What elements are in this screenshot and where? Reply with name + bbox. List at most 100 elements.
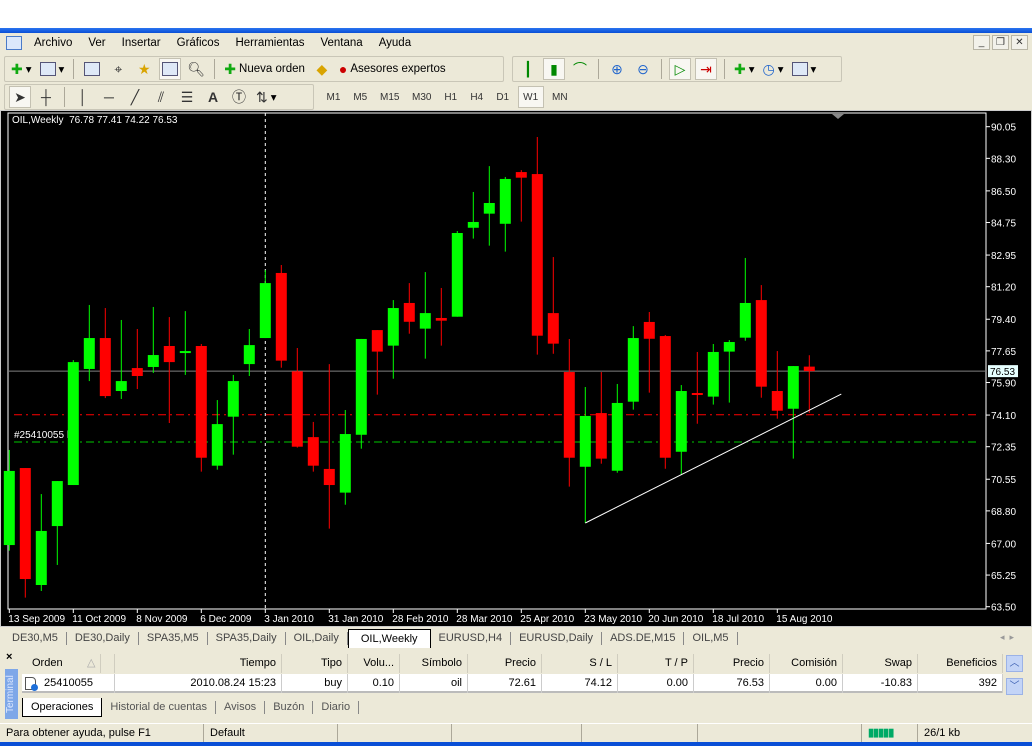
timeframe-h4[interactable]: H4 bbox=[466, 86, 488, 108]
chart-tab[interactable]: OIL,Daily bbox=[286, 632, 348, 645]
market-watch-icon bbox=[84, 62, 101, 76]
chart-tab[interactable]: SPA35,Daily bbox=[208, 632, 286, 645]
cursor-tool[interactable]: ➤ bbox=[9, 86, 31, 108]
chart-tab[interactable]: DE30,M5 bbox=[4, 632, 67, 645]
candlestick-button[interactable]: ▮ bbox=[543, 58, 565, 80]
candle-body bbox=[547, 313, 559, 344]
close-button[interactable]: ✕ bbox=[1011, 35, 1028, 50]
timeframe-mn[interactable]: MN bbox=[548, 86, 572, 108]
minimize-button[interactable]: _ bbox=[973, 35, 990, 50]
chart-shift-marker-icon bbox=[832, 114, 844, 119]
column-header[interactable]: T / P bbox=[618, 654, 694, 673]
navigator-button[interactable]: ★ bbox=[133, 58, 155, 80]
menu-archivo[interactable]: Archivo bbox=[26, 37, 80, 49]
candle-body bbox=[195, 345, 207, 458]
terminal-tab[interactable]: Operaciones bbox=[22, 697, 103, 717]
terminal-button[interactable] bbox=[159, 58, 182, 80]
y-tick-label: 70.55 bbox=[991, 475, 1016, 486]
arrows-tool[interactable]: ⇅ ▾ bbox=[254, 86, 279, 108]
candle-body bbox=[771, 391, 783, 411]
column-header[interactable]: Símbolo bbox=[400, 654, 468, 673]
terminal-tab[interactable]: Avisos bbox=[216, 700, 266, 714]
expert-advisors-button[interactable]: ● Asesores expertos bbox=[337, 58, 448, 80]
status-bar: Para obtener ayuda, pulse F1 Default ▮▮▮… bbox=[0, 723, 1032, 743]
order-label: #25410055 b bbox=[14, 430, 73, 441]
terminal-tab[interactable]: Buzón bbox=[265, 700, 314, 714]
bar-chart-button[interactable]: ┃ bbox=[517, 58, 539, 80]
candlestick-chart[interactable]: #25410055 b 90.05 88.30 86.50 84.75 82.95 81.2… bbox=[0, 110, 1032, 627]
timeframe-m30[interactable]: M30 bbox=[408, 86, 436, 108]
candle-body bbox=[611, 402, 623, 471]
arrows-icon: ⇅ bbox=[256, 89, 268, 105]
column-header[interactable]: Precio bbox=[694, 654, 770, 673]
scroll-up-button[interactable]: ︿ bbox=[1006, 655, 1023, 672]
new-chart-button[interactable]: ✚ ▾ bbox=[9, 58, 34, 80]
column-header[interactable]: Beneficios bbox=[918, 654, 1003, 673]
column-header[interactable]: Tiempo bbox=[115, 654, 282, 673]
data-window-button[interactable]: ⌖ bbox=[107, 58, 129, 80]
chart-tab[interactable]: OIL,Weekly bbox=[347, 629, 431, 648]
metaeditor-button[interactable]: ◆ bbox=[311, 58, 333, 80]
column-header[interactable]: Comisión bbox=[770, 654, 843, 673]
horizontal-line-tool[interactable]: ─ bbox=[98, 86, 120, 108]
column-header[interactable]: Tipo bbox=[282, 654, 348, 673]
line-chart-button[interactable]: ⌒ bbox=[569, 58, 591, 80]
restore-button[interactable]: ❐ bbox=[992, 35, 1009, 50]
trendline-tool[interactable]: ╱ bbox=[124, 86, 146, 108]
candle bbox=[771, 351, 783, 419]
terminal-close-icon[interactable]: × bbox=[6, 651, 12, 663]
scroll-down-button[interactable]: ﹀ bbox=[1006, 678, 1023, 695]
column-header[interactable]: Volu... bbox=[348, 654, 400, 673]
timeframe-m5[interactable]: M5 bbox=[349, 86, 372, 108]
menu-herramientas[interactable]: Herramientas bbox=[227, 37, 312, 49]
timeframe-d1[interactable]: D1 bbox=[492, 86, 514, 108]
menu-graficos[interactable]: Gráficos bbox=[169, 37, 228, 49]
menu-ventana[interactable]: Ventana bbox=[312, 37, 370, 49]
profiles-button[interactable]: ▾ bbox=[38, 58, 67, 80]
menu-ayuda[interactable]: Ayuda bbox=[371, 37, 419, 49]
fibonacci-tool[interactable]: ☰ bbox=[176, 86, 198, 108]
timeframe-h1[interactable]: H1 bbox=[440, 86, 462, 108]
text-tool[interactable]: A bbox=[202, 86, 224, 108]
timeframe-m15[interactable]: M15 bbox=[376, 86, 404, 108]
menu-insertar[interactable]: Insertar bbox=[114, 37, 169, 49]
indicators-button[interactable]: ✚ ▾ bbox=[732, 58, 757, 80]
terminal-tab[interactable]: Historial de cuentas bbox=[102, 700, 216, 714]
timeframe-w1[interactable]: W1 bbox=[517, 86, 544, 108]
new-order-label: Nueva orden bbox=[239, 63, 305, 75]
chart-tab[interactable]: EURUSD,H4 bbox=[431, 632, 512, 645]
column-header[interactable]: S / L bbox=[542, 654, 618, 673]
autoscroll-button[interactable]: ▷ bbox=[669, 58, 691, 80]
chart-tab[interactable]: OIL,M5 bbox=[684, 632, 738, 645]
tab-scroll-arrows[interactable]: ◂ ▸ bbox=[1000, 632, 1014, 643]
new-order-button[interactable]: ✚ Nueva orden bbox=[222, 58, 307, 80]
chart-tab[interactable]: EURUSD,Daily bbox=[511, 632, 603, 645]
menu-ver[interactable]: Ver bbox=[80, 37, 113, 49]
templates-button[interactable]: ▾ bbox=[790, 58, 819, 80]
equidistant-channel-tool[interactable]: ⫽ bbox=[150, 86, 172, 108]
candle bbox=[787, 366, 799, 459]
column-header[interactable]: Precio bbox=[468, 654, 542, 673]
candle-body bbox=[531, 174, 543, 336]
chart-window[interactable]: #25410055 b 90.05 88.30 86.50 84.75 82.95 81.2… bbox=[0, 110, 1032, 627]
zoom-in-button[interactable]: ⊕ bbox=[606, 58, 628, 80]
periods-button[interactable]: ◷ ▾ bbox=[761, 58, 786, 80]
timeframe-m1[interactable]: M1 bbox=[322, 86, 345, 108]
strategy-tester-button[interactable]: 🔍︎ bbox=[185, 58, 207, 80]
table-row[interactable]: 25410055 2010.08.24 15:23 buy 0.10 oil 72.61 7… bbox=[22, 674, 1003, 693]
market-watch-button[interactable] bbox=[81, 58, 103, 80]
column-header[interactable]: Swap bbox=[843, 654, 918, 673]
crosshair-tool[interactable]: ┼ bbox=[35, 86, 57, 108]
zoom-out-button[interactable]: ⊖ bbox=[632, 58, 654, 80]
chart-tab[interactable]: SPA35,M5 bbox=[139, 632, 208, 645]
chart-shift-button[interactable]: ⇥ bbox=[695, 58, 717, 80]
status-empty-4 bbox=[698, 724, 862, 743]
chart-tab[interactable]: DE30,Daily bbox=[67, 632, 139, 645]
candle bbox=[611, 383, 623, 473]
text-label-tool[interactable]: Ⓣ bbox=[228, 86, 250, 108]
vertical-line-tool[interactable]: │ bbox=[72, 86, 94, 108]
chart-tab[interactable]: ADS.DE,M15 bbox=[602, 632, 685, 645]
terminal-tab[interactable]: Diario bbox=[313, 700, 360, 714]
standard-toolbar: ✚ ▾ ▾ ⌖ ★ 🔍︎ ✚ Nueva orden ◆ ● Asesores exp… bbox=[4, 56, 504, 82]
candle-body bbox=[19, 468, 31, 580]
